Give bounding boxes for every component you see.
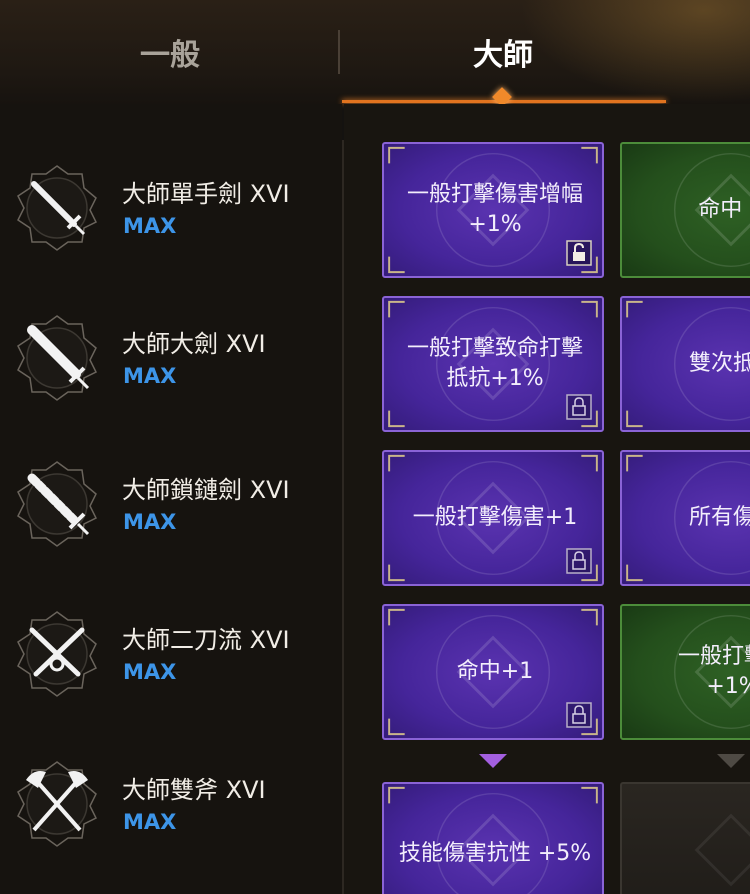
weapon-level: MAX [123,660,177,684]
tab-master-label: 大師 [473,38,533,73]
dual-blades-icon [17,611,98,697]
lock-icon [566,394,592,420]
skill-card[interactable]: 一般打擊致命打擊 抵抗+1% [382,296,604,432]
skill-card[interactable]: 命中+1 [382,604,604,740]
weapon-name: 大師二刀流 XVI [122,626,290,654]
chain-sword-icon [17,461,98,547]
tab-general[interactable]: 一般 [0,0,340,104]
skill-card-label: 一般打擊致 +1% [677,644,750,699]
weapon-item-one-handed-sword[interactable]: 大師單手劍 XVI MAX [0,140,342,280]
tab-general-label: 一般 [140,38,200,73]
greatsword-icon [17,315,98,401]
skill-card[interactable]: 一般打擊致 +1% [620,604,750,740]
skill-card-label: 所有傷害 [688,505,750,530]
unlocked-lock-icon [566,240,592,266]
skill-card[interactable]: 一般打擊傷害+1 [382,450,604,586]
lock-icon [566,548,592,574]
weapon-item-greatsword[interactable]: 大師大劍 XVI MAX [0,290,342,430]
weapon-name: 大師大劍 XVI [122,330,266,358]
weapon-item-chain-sword[interactable]: 大師鎖鏈劍 XVI MAX [0,436,342,576]
skill-card-label [622,784,750,894]
skill-card[interactable]: 技能傷害抗性 +5% [382,782,604,894]
one-handed-sword-icon [17,165,98,251]
lock-icon [566,702,592,728]
weapon-item-dual-axes[interactable]: 大師雙斧 XVI MAX [0,736,342,876]
skill-card-label: 命中 + [698,197,750,222]
chevron-down-icon [717,754,745,768]
weapon-name: 大師雙斧 XVI [122,776,266,804]
weapon-name: 大師單手劍 XVI [122,180,290,208]
dual-axes-icon [17,761,98,847]
skill-grid: 一般打擊傷害增幅 +1% 命中 + 一般打擊致命打擊 抵抗+1% [344,104,750,894]
chevron-down-icon [479,754,507,768]
weapon-level: MAX [123,510,177,534]
weapon-item-dual-blades[interactable]: 大師二刀流 XVI MAX [0,586,342,726]
tab-bar: 一般 大師 [0,0,750,107]
skill-card-empty[interactable] [620,782,750,894]
weapon-level: MAX [123,810,177,834]
skill-card-label: 雙次抵抗 [688,351,750,376]
weapon-level: MAX [123,364,177,388]
skill-card[interactable]: 一般打擊傷害增幅 +1% [382,142,604,278]
weapon-level: MAX [123,214,177,238]
skill-card[interactable]: 命中 + [620,142,750,278]
skill-card[interactable]: 所有傷害 [620,450,750,586]
weapon-name: 大師鎖鏈劍 XVI [122,476,290,504]
skill-card[interactable]: 雙次抵抗 [620,296,750,432]
skill-card-label: 技能傷害抗性 +5% [398,841,592,866]
